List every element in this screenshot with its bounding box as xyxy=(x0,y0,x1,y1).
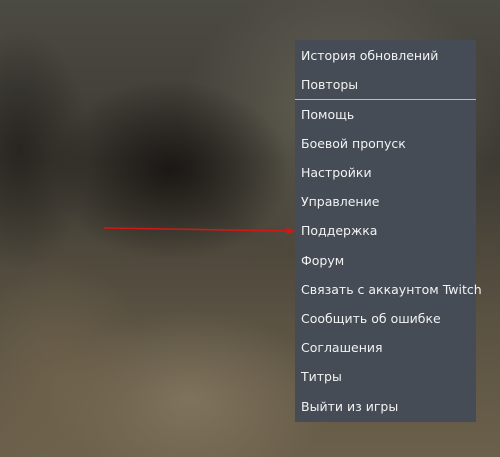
menu-item-quit-game[interactable]: Выйти из игры xyxy=(295,393,476,421)
menu-item-update-history[interactable]: История обновлений xyxy=(295,42,476,70)
menu-divider xyxy=(295,99,476,100)
annotation-arrow xyxy=(103,227,296,234)
menu-item-link-twitch[interactable]: Связать с аккаунтом Twitch xyxy=(295,276,482,304)
menu-item-controls[interactable]: Управление xyxy=(295,188,476,216)
menu-item-credits[interactable]: Титры xyxy=(295,363,476,391)
menu-item-battle-pass[interactable]: Боевой пропуск xyxy=(295,130,476,158)
game-menu: История обновлений Повторы Помощь Боевой… xyxy=(295,40,482,422)
menu-item-report-bug[interactable]: Сообщить об ошибке xyxy=(295,305,476,333)
menu-item-replays[interactable]: Повторы xyxy=(295,71,476,99)
menu-item-settings[interactable]: Настройки xyxy=(295,159,476,187)
menu-item-forum[interactable]: Форум xyxy=(295,247,476,275)
menu-item-support[interactable]: Поддержка xyxy=(295,217,476,245)
menu-item-help[interactable]: Помощь xyxy=(295,101,476,129)
menu-item-agreements[interactable]: Соглашения xyxy=(295,334,476,362)
